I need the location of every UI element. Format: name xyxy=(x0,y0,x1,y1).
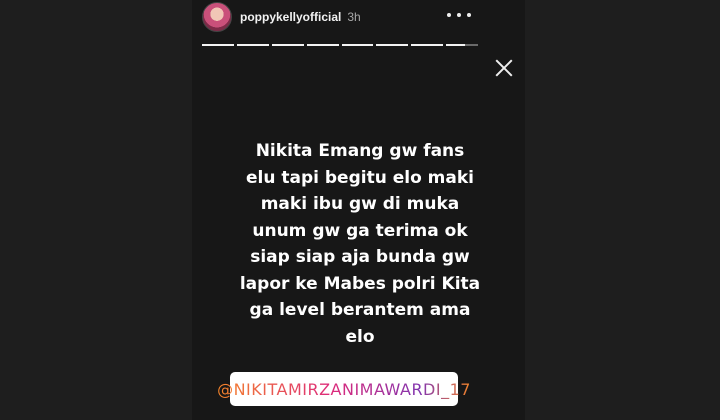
timestamp: 3h xyxy=(347,10,361,24)
progress-segment xyxy=(306,44,339,46)
story-text-line: unum gw ga terima ok xyxy=(252,220,468,241)
mention-sticker[interactable]: @NIKITAMIRZANIMAWARDI_17 xyxy=(217,372,470,406)
story-text-line: siap siap aja bunda gw xyxy=(250,247,470,267)
left-backdrop xyxy=(0,0,192,420)
progress-segment xyxy=(236,44,269,46)
more-dot xyxy=(457,13,461,17)
avatar[interactable] xyxy=(202,2,232,32)
progress-segment xyxy=(411,44,444,46)
progress-segment xyxy=(341,44,374,46)
progress-segment xyxy=(376,44,409,46)
username[interactable]: poppykellyofficial xyxy=(240,10,341,24)
story-text-line: maki ibu gw di muka xyxy=(260,194,460,214)
story-text: Nikita Emang gw fans elu tapi begitu elo… xyxy=(200,138,520,350)
story-text-line: ga level berantem ama xyxy=(249,300,471,320)
right-backdrop xyxy=(525,0,720,420)
mention-label: @NIKITAMIRZANIMAWARDI_17 xyxy=(217,379,471,399)
story-text-line: elo xyxy=(345,326,375,347)
progress-segment xyxy=(202,44,234,46)
more-horizontal-icon[interactable] xyxy=(447,6,471,24)
more-dot xyxy=(447,13,451,17)
close-icon[interactable] xyxy=(493,57,515,79)
story-text-line: elu tapi begitu elo maki xyxy=(245,167,474,188)
progress-segment xyxy=(271,44,304,46)
story-text-line: lapor ke Mabes polri Kita xyxy=(239,273,481,294)
progress-segment xyxy=(446,44,478,46)
story-header: poppykellyofficial 3h xyxy=(202,2,482,32)
more-dot xyxy=(467,13,471,17)
story-progress-bar xyxy=(202,44,478,46)
story-text-line: Nikita Emang gw fans xyxy=(255,141,465,161)
